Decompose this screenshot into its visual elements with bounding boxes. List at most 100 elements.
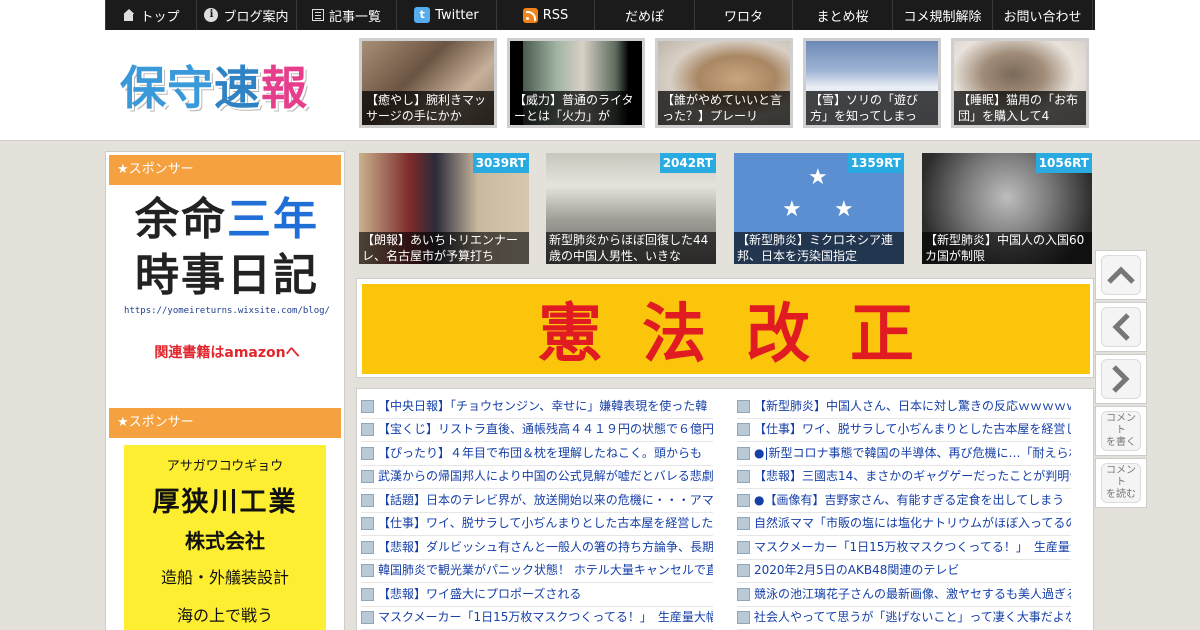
write-comment-button[interactable]: コメント を書く [1095, 406, 1147, 456]
headline-item[interactable]: 【宝くじ】リストラ直後、通帳残高４４１９円の状態で６億円 [361, 419, 713, 442]
headline-column-right: 【新型肺炎】中国人さん、日本に対し驚きの反応ｗｗｗｗｗｗ 【仕事】ワイ、脱サラして… [737, 395, 1071, 630]
ad-corp-type: 株式会社 [185, 529, 265, 553]
article-thumb-icon [361, 517, 374, 531]
article-thumb-icon [361, 470, 374, 484]
nav-item-article-list[interactable]: 記事一覧 [297, 0, 397, 30]
header-thumb[interactable]: 【癒やし】腕利きマッサージの手にかか [359, 38, 497, 128]
headline-item[interactable]: ●|新型コロナ事態で韓国の半導体、再び危機に…「耐えられて [737, 442, 1071, 466]
nav-item-matome-sakura[interactable]: まとめ桜 [793, 0, 893, 30]
article-thumb-icon [361, 399, 374, 413]
headline-item[interactable]: 自然派ママ「市販の塩には塩化ナトリウムがほぼ入ってるので [737, 513, 1071, 536]
sponsor-ad-asagawa[interactable]: アサガワコウギョウ 厚狭川工業 株式会社 造船・外艤装設計 海の上で戦う [124, 445, 326, 630]
featured-card[interactable]: ★ ★ ★ 1359RT 【新型肺炎】ミクロネシア連邦、日本を汚染国指定 [734, 153, 904, 264]
headline-text: 【悲報】ダルビッシュ有さんと一般人の箸の持ち方論争、長期 [378, 539, 713, 554]
header-thumb[interactable]: 【雪】ソリの「遊び方」を知ってしまっ [803, 38, 941, 128]
headline-item[interactable]: 【話題】日本のテレビ界が、放送開始以来の危機に・・・アマ [361, 489, 713, 513]
headline-item[interactable]: 競泳の池江璃花子さんの最新画像、激ヤセするも美人過ぎると [737, 583, 1071, 607]
ad-service: 造船・外艤装設計 [160, 568, 289, 587]
ad-headline: 余命三年 [124, 192, 330, 248]
header-thumb[interactable]: 【威力】普通のライターとは「火力」が [507, 38, 645, 128]
nav-label: だめぽ [624, 9, 664, 25]
scroll-top-button[interactable] [1095, 250, 1147, 300]
featured-card[interactable]: 3039RT 【朗報】あいちトリエンナーレ、名古屋市が予算打ち [359, 153, 529, 264]
chevron-up-icon [1101, 255, 1141, 295]
nav-item-damepo[interactable]: だめぽ [595, 0, 695, 30]
headline-item[interactable]: 2020年2月5日のAKB48関連のテレビ [737, 560, 1071, 583]
article-thumb-icon [361, 423, 374, 437]
headline-item[interactable]: 【新型肺炎】中国人さん、日本に対し驚きの反応ｗｗｗｗｗｗ [737, 395, 1071, 419]
logo-char: 報 [261, 61, 308, 115]
sponsor-heading: ★スポンサー [109, 408, 341, 438]
previous-button[interactable] [1095, 302, 1147, 352]
headline-text: 【話題】日本のテレビ界が、放送開始以来の危機に・・・アマ [378, 492, 713, 507]
read-comment-button[interactable]: コメント を読む [1095, 458, 1147, 508]
header-thumb[interactable]: 【睡眠】猫用の「お布団」を購入して4 [951, 38, 1089, 128]
sponsor-ad-yomei[interactable]: 余命三年 時事日記 https://yomeireturns.wixsite.c… [124, 192, 330, 382]
headline-text: 【中央日報】「チョウセンジン、幸せに」嫌韓表現を使った韓 [378, 398, 708, 413]
nav-item-top[interactable]: トップ [105, 0, 197, 30]
featured-card[interactable]: 2042RT 新型肺炎からほぼ回復した44歳の中国人男性、いきな [546, 153, 716, 264]
next-button[interactable] [1095, 354, 1147, 404]
nav-item-rss[interactable]: RSS [497, 0, 595, 30]
header-thumb[interactable]: 【誰がやめていいと言った？】プレーリ [655, 38, 793, 128]
ad-kana: アサガワコウギョウ [166, 459, 284, 474]
nav-item-contact[interactable]: お問い合わせ [993, 0, 1093, 30]
article-thumb-icon [737, 540, 750, 554]
headline-text: 2020年2月5日のAKB48関連のテレビ [754, 563, 960, 577]
headline-item[interactable]: 【中央日報】「チョウセンジン、幸せに」嫌韓表現を使った韓 [361, 395, 713, 419]
headline-item[interactable]: 【ぴったり】４年目で布団＆枕を理解したねこく。頭からも [361, 442, 713, 466]
headline-item[interactable]: マスクメーカー「1日15万枚マスクつくってる！」 生産量大幅 [361, 607, 713, 630]
headline-item[interactable]: マスクメーカー「1日15万枚マスクつくってる！」 生産量大幅 [737, 536, 1071, 560]
nav-label: ワロタ [723, 9, 763, 25]
card-caption: 新型肺炎からほぼ回復した44歳の中国人男性、いきな [546, 232, 716, 264]
headline-item[interactable]: 韓国肺炎で観光業がパニック状態！ ホテル大量キャンセルで直 [361, 560, 713, 583]
article-thumb-icon [361, 587, 374, 601]
sidebar: ★スポンサー 余命三年 時事日記 https://yomeireturns.wi… [105, 151, 345, 630]
article-thumb-icon [737, 470, 750, 484]
read-comment-label: コメント を読む [1106, 465, 1136, 500]
headline-item[interactable]: 【仕事】ワイ、脱サラして小ぢんまりとした古本屋を経営した [361, 513, 713, 536]
retweet-count-badge: 3039RT [472, 153, 529, 173]
headline-item[interactable]: 【悲報】ダルビッシュ有さんと一般人の箸の持ち方論争、長期 [361, 536, 713, 560]
nav-item-comment-unblock[interactable]: コメ規制解除 [893, 0, 993, 30]
nav-item-twitter[interactable]: t Twitter [397, 0, 497, 30]
headline-column-left: 【中央日報】「チョウセンジン、幸せに」嫌韓表現を使った韓 【宝くじ】リストラ直後、… [361, 395, 713, 630]
headline-text: 【仕事】ワイ、脱サラして小ぢんまりとした古本屋を経営した [378, 516, 713, 530]
rss-icon [522, 7, 538, 23]
logo-char: 守 [167, 61, 214, 115]
headline-text: 【宝くじ】リストラ直後、通帳残高４４１９円の状態で６億円 [378, 422, 713, 436]
headline-item[interactable]: 武漢からの帰国邦人により中国の公式見解が嘘だとバレる悲劇 [361, 466, 713, 489]
headline-item[interactable]: 【悲報】ワイ盛大にプロポーズされる [361, 583, 713, 607]
headline-item[interactable]: 【仕事】ワイ、脱サラして小ぢんまりとした古本屋を経営した [737, 419, 1071, 442]
headline-text: ●|新型コロナ事態で韓国の半導体、再び危機に…「耐えられて [754, 445, 1071, 460]
thumb-caption: 【癒やし】腕利きマッサージの手にかか [362, 91, 494, 125]
article-thumb-icon [737, 446, 750, 460]
headline-item[interactable]: 【悲報】三國志14、まさかのギャグゲーだったことが判明ｗｗ [737, 466, 1071, 489]
twitter-icon: t [414, 7, 431, 23]
banner-ad[interactable]: 憲法改正 [356, 278, 1094, 378]
card-caption: 【新型肺炎】ミクロネシア連邦、日本を汚染国指定 [734, 232, 904, 264]
site-logo[interactable]: 保守速報 [120, 52, 308, 118]
write-comment-label: コメント を書く [1106, 413, 1136, 448]
nav-label: ブログ案内 [223, 9, 289, 25]
nav-label: Twitter [435, 7, 479, 23]
featured-card[interactable]: 1056RT 【新型肺炎】中国人の入国60カ国が制限 [922, 153, 1092, 264]
home-icon [122, 9, 135, 21]
thumb-caption: 【威力】普通のライターとは「火力」が [510, 91, 642, 125]
headline-text: 【仕事】ワイ、脱サラして小ぢんまりとした古本屋を経営した [754, 422, 1071, 436]
headline-item[interactable]: ●【画像有】吉野家さん、有能すぎる定食を出してしまう [737, 489, 1071, 513]
top-navigation: トップ i ブログ案内 記事一覧 t Twitter RSS だめぽ ワロタ ま… [0, 0, 1200, 30]
nav-label: RSS [542, 7, 569, 23]
retweet-count-badge: 2042RT [659, 153, 716, 173]
nav-item-warota[interactable]: ワロタ [695, 0, 793, 30]
comment-read-box: コメント を読む [1101, 463, 1141, 503]
nav-label: まとめ桜 [816, 9, 869, 25]
nav-item-blog-guide[interactable]: i ブログ案内 [197, 0, 297, 30]
retweet-count-badge: 1056RT [1035, 153, 1092, 173]
ad-amazon-link[interactable]: 関連書籍はamazonへ [124, 342, 330, 362]
chevron-left-icon [1101, 307, 1141, 347]
article-thumb-icon [737, 423, 750, 437]
star-icon: ★ [782, 197, 802, 222]
article-thumb-icon [361, 446, 374, 460]
headline-item[interactable]: 社会人やってて思うが「逃げないこと」って凄く大事だよな [737, 607, 1071, 630]
